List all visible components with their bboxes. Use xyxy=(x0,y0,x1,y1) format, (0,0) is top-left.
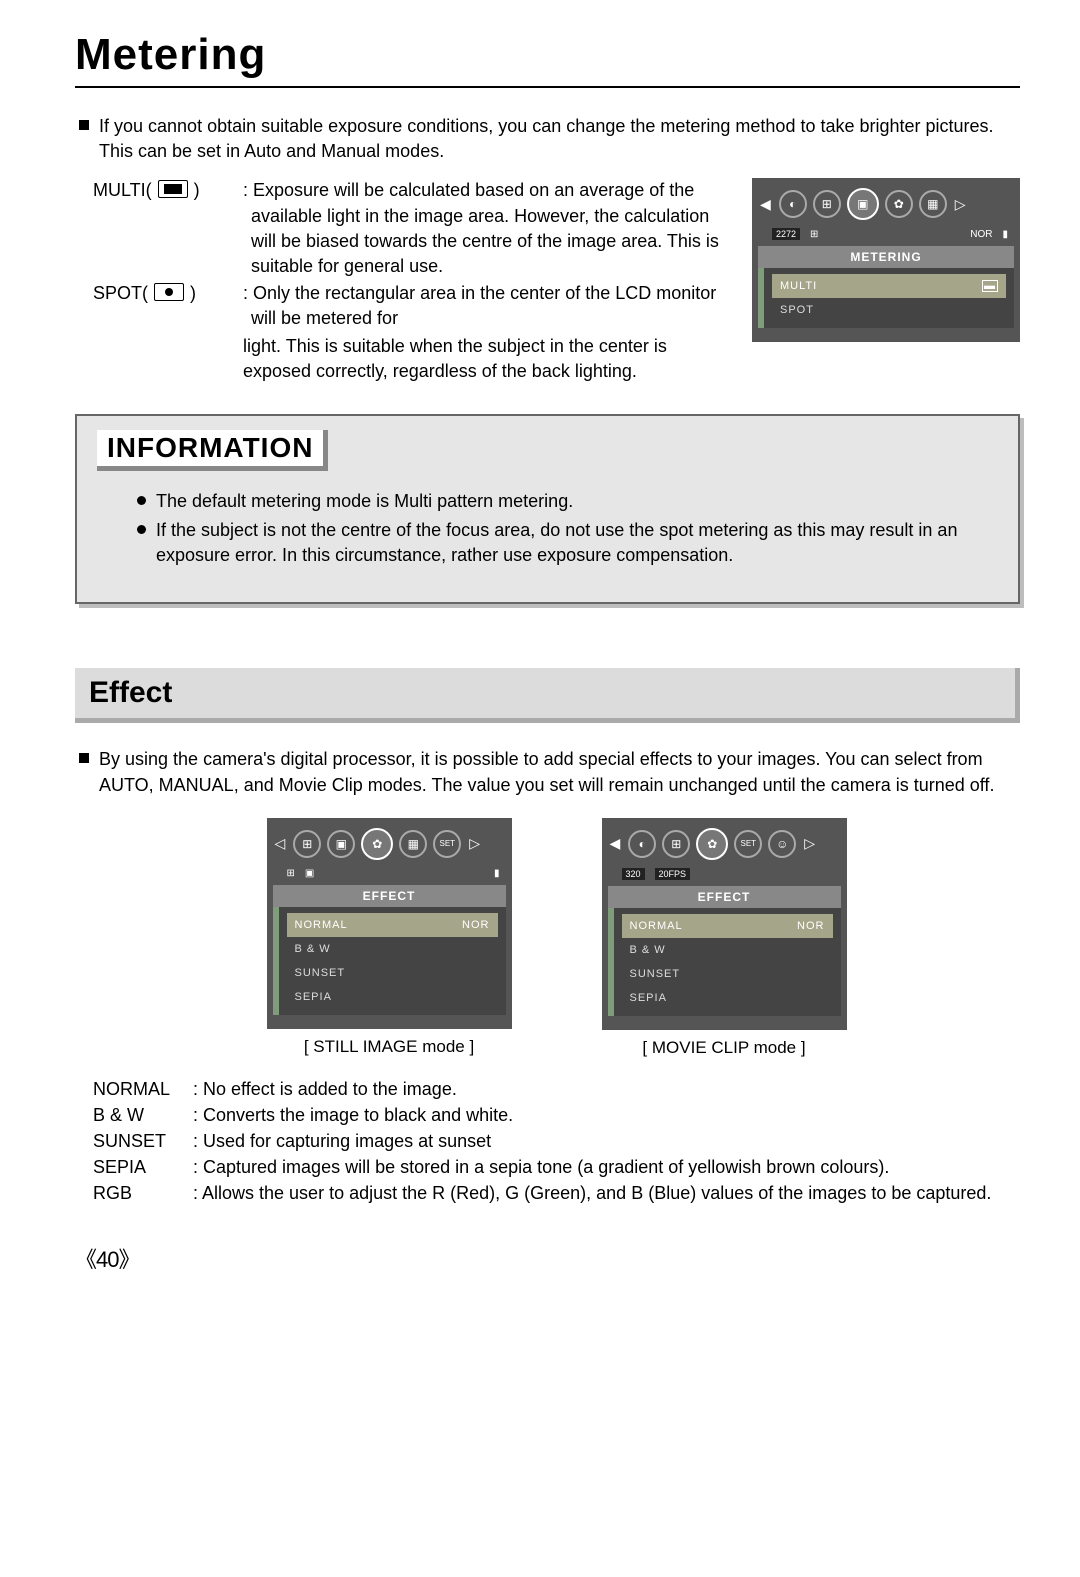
still-caption: [ STILL IMAGE mode ] xyxy=(267,1037,512,1057)
tab-icon-set: SET xyxy=(734,830,762,858)
movie-caption: [ MOVIE CLIP mode ] xyxy=(602,1038,847,1058)
tab-icon-metering: ▣ xyxy=(847,188,879,220)
metering-menu-preview: ◀ ◐ ⊞ ▣ ✿ ▦ ▷ 2272 ⊞ NOR ▮ METERING xyxy=(752,178,1020,342)
tab-icon-b: ▣ xyxy=(327,830,355,858)
spot-label: SPOT( ) xyxy=(93,281,243,331)
information-title: INFORMATION xyxy=(107,432,313,464)
menu-title-effect-movie: EFFECT xyxy=(608,886,841,908)
menu-item-spot: SPOT xyxy=(772,298,1006,322)
menu-item-bw: B & W xyxy=(622,938,833,962)
nav-left-icon: ◀ xyxy=(608,835,623,852)
page-number: 《40》 xyxy=(75,1242,1020,1274)
menu-item-multi: MULTI ▬ xyxy=(772,274,1006,298)
nav-right-icon: ▷ xyxy=(467,835,482,852)
status-battery-icon: ▮ xyxy=(1002,229,1008,240)
effect-movie-preview: ◀ ◐ ⊞ ✿ SET ☺ ▷ 320 20FPS EFFECT xyxy=(602,818,847,1030)
menu-title-metering: METERING xyxy=(758,246,1014,268)
def-label-sepia: SEPIA xyxy=(93,1154,193,1180)
menu-item-sunset: SUNSET xyxy=(287,961,498,985)
multi-label: MULTI( ) xyxy=(93,178,243,279)
tab-icon-set: SET xyxy=(433,830,461,858)
multi-desc: : Exposure will be calculated based on a… xyxy=(243,180,719,276)
tab-icon-4: ✿ xyxy=(885,190,913,218)
information-box: INFORMATION The default metering mode is… xyxy=(75,414,1020,605)
menu-item-normal: NORMAL NOR xyxy=(287,913,498,937)
tab-icon-a: ⊞ xyxy=(293,830,321,858)
nav-left-icon: ◁ xyxy=(273,835,288,852)
effect-still-preview: ◁ ⊞ ▣ ✿ ▦ SET ▷ ⊞ ▣ ▮ EFFECT xyxy=(267,818,512,1029)
def-text-sunset: : Used for capturing images at sunset xyxy=(193,1128,1020,1154)
tab-icon-a: ◐ xyxy=(628,830,656,858)
tab-icon-person: ☺ xyxy=(768,830,796,858)
def-label-normal: NORMAL xyxy=(93,1076,193,1102)
status-pattern-icon: ⊞ xyxy=(810,229,818,240)
menu-item-sunset: SUNSET xyxy=(622,962,833,986)
tab-icon-effect: ✿ xyxy=(361,828,393,860)
status-fps: 20FPS xyxy=(655,868,691,880)
intro-text: If you cannot obtain suitable exposure c… xyxy=(99,114,1020,164)
title-rule xyxy=(75,86,1020,88)
def-label-rgb: RGB xyxy=(93,1180,193,1206)
status-battery-icon: ▮ xyxy=(494,868,500,879)
spot-desc-2: light. This is suitable when the subject… xyxy=(243,334,728,384)
tab-icon-b: ⊞ xyxy=(662,830,690,858)
effect-intro: By using the camera's digital processor,… xyxy=(99,747,1020,797)
nav-right-icon: ▷ xyxy=(802,835,817,852)
multi-icon xyxy=(158,180,188,198)
info-item-1: The default metering mode is Multi patte… xyxy=(156,489,573,514)
menu-item-normal: NORMAL NOR xyxy=(622,914,833,938)
menu-item-sepia: SEPIA xyxy=(622,986,833,1010)
tab-icon-d: ▦ xyxy=(399,830,427,858)
dot-bullet-icon xyxy=(137,525,146,534)
nav-right-icon: ▷ xyxy=(953,196,968,213)
status-pattern-icon: ⊞ xyxy=(287,868,295,879)
spot-desc-1: : Only the rectangular area in the cente… xyxy=(243,283,716,328)
def-text-rgb: : Allows the user to adjust the R (Red),… xyxy=(193,1180,1020,1206)
multi-indicator-icon: ▬ xyxy=(982,280,998,292)
status-meter-icon: ▣ xyxy=(305,868,314,879)
def-label-sunset: SUNSET xyxy=(93,1128,193,1154)
menu-title-effect-still: EFFECT xyxy=(273,885,506,907)
def-label-bw: B & W xyxy=(93,1102,193,1128)
menu-item-bw: B & W xyxy=(287,937,498,961)
tab-icon-2: ⊞ xyxy=(813,190,841,218)
dot-bullet-icon xyxy=(137,496,146,505)
tab-icon-effect: ✿ xyxy=(696,828,728,860)
nav-left-icon: ◀ xyxy=(758,196,773,213)
info-item-2: If the subject is not the centre of the … xyxy=(156,518,998,568)
page-title: Metering xyxy=(75,30,1020,80)
square-bullet-icon xyxy=(79,753,89,763)
def-text-normal: : No effect is added to the image. xyxy=(193,1076,1020,1102)
status-resolution: 2272 xyxy=(772,228,800,240)
square-bullet-icon xyxy=(79,120,89,130)
menu-item-sepia: SEPIA xyxy=(287,985,498,1009)
spot-icon xyxy=(154,283,184,301)
def-text-sepia: : Captured images will be stored in a se… xyxy=(193,1154,1020,1180)
status-nor: NOR xyxy=(970,229,992,240)
tab-icon-1: ◐ xyxy=(779,190,807,218)
def-text-bw: : Converts the image to black and white. xyxy=(193,1102,1020,1128)
effect-title: Effect xyxy=(89,676,1001,710)
tab-icon-5: ▦ xyxy=(919,190,947,218)
status-resolution: 320 xyxy=(622,868,645,880)
